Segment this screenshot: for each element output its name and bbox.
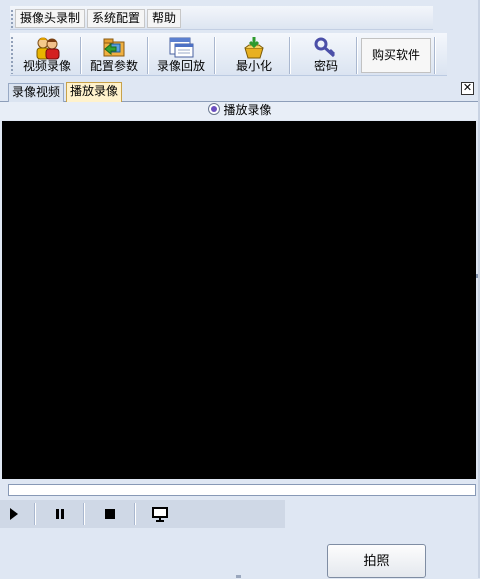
video-record-button[interactable]: 视频录像 xyxy=(20,35,74,75)
toolbar-separator xyxy=(147,37,149,74)
toolbar-separator xyxy=(80,37,82,74)
password-button[interactable]: 密码 xyxy=(298,35,354,75)
password-label: 密码 xyxy=(313,59,338,73)
menu-item-camera-record[interactable]: 摄像头录制 xyxy=(15,9,86,28)
key-icon xyxy=(314,37,336,58)
playback-button[interactable]: 录像回放 xyxy=(153,35,209,75)
radio-icon[interactable] xyxy=(208,103,221,115)
stop-button[interactable] xyxy=(98,502,122,526)
playback-controls xyxy=(0,500,285,528)
toolbar-grip[interactable] xyxy=(10,36,14,74)
settings-folder-icon xyxy=(103,38,125,57)
pause-button[interactable] xyxy=(48,502,72,526)
playback-label: 录像回放 xyxy=(156,59,205,73)
minimize-button[interactable]: 最小化 xyxy=(224,35,284,75)
stop-icon xyxy=(105,509,115,519)
control-separator xyxy=(134,503,136,525)
close-icon[interactable]: ✕ xyxy=(461,82,474,95)
monitor-icon xyxy=(152,507,168,522)
tab-record-video[interactable]: 录像视频 xyxy=(8,83,65,102)
toolbar-separator xyxy=(289,37,291,74)
play-recording-header-label: 播放录像 xyxy=(223,103,272,117)
toolbar-separator xyxy=(214,37,216,74)
config-params-button[interactable]: 配置参数 xyxy=(86,35,142,75)
config-params-label: 配置参数 xyxy=(89,59,138,73)
menu-grip[interactable] xyxy=(10,9,14,28)
menu-item-system-config[interactable]: 系统配置 xyxy=(87,9,146,28)
toolbar-separator xyxy=(356,37,358,74)
buy-software-button[interactable]: 购买软件 xyxy=(361,38,431,73)
snapshot-button[interactable]: 拍照 xyxy=(327,544,426,578)
playback-window-icon xyxy=(169,37,194,58)
video-record-label: 视频录像 xyxy=(22,59,71,73)
playback-progress-bar[interactable] xyxy=(8,484,476,496)
fullscreen-button[interactable] xyxy=(148,502,172,526)
control-separator xyxy=(83,503,85,525)
play-recording-header: 播放录像 xyxy=(0,102,480,120)
pause-icon xyxy=(56,509,64,519)
control-separator xyxy=(34,503,36,525)
toolbar-separator xyxy=(434,37,436,74)
menu-item-help[interactable]: 帮助 xyxy=(147,9,182,28)
minimize-label: 最小化 xyxy=(235,59,272,73)
video-display[interactable] xyxy=(2,121,476,479)
tab-play-recording[interactable]: 播放录像 xyxy=(66,82,123,102)
play-icon xyxy=(10,508,18,520)
play-button[interactable] xyxy=(2,502,26,526)
